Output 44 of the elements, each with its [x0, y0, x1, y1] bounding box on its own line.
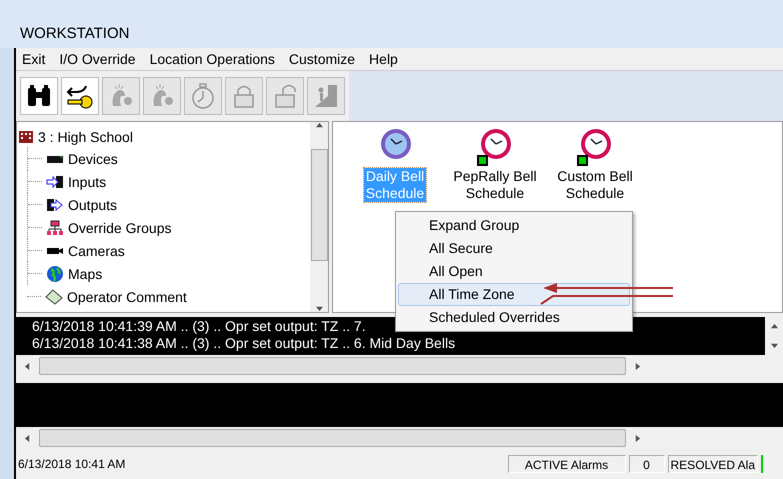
globe-icon: [46, 264, 64, 282]
tree-item[interactable]: Operator Comment: [67, 288, 187, 304]
scroll-up-icon[interactable]: [770, 323, 778, 330]
scroll-right-icon[interactable]: [634, 434, 641, 442]
menu-item[interactable]: Expand Group: [398, 214, 630, 237]
note-icon: [45, 288, 63, 304]
menu-item[interactable]: All Time Zone: [398, 283, 630, 306]
status-label: ACTIVE Alarms: [508, 455, 626, 473]
tree-item[interactable]: Override Groups: [68, 220, 172, 236]
tree-item[interactable]: Devices: [68, 150, 118, 166]
menu-item[interactable]: All Secure: [398, 237, 630, 260]
menu-item[interactable]: I/O Override: [59, 51, 136, 67]
tree-item[interactable]: Outputs: [68, 196, 118, 212]
scroll-down-icon[interactable]: [770, 342, 778, 349]
tree-item[interactable]: Inputs: [68, 174, 106, 190]
schedule-label[interactable]: PepRally Bell Schedule: [451, 168, 539, 202]
menu-item[interactable]: Help: [369, 51, 398, 67]
hierarchy-icon: [46, 220, 64, 236]
status-label: RESOLVED Ala: [668, 455, 758, 473]
toolbar-button[interactable]: [20, 77, 58, 115]
log-entry: 6/13/2018 10:41:39 AM .. (3) .. Opr set output: TZ .. 7.: [32, 318, 366, 335]
tree-item[interactable]: Maps: [68, 266, 102, 282]
arrow-in-icon: [46, 174, 64, 188]
tree-item[interactable]: 3 : High School: [38, 128, 133, 144]
menu-item[interactable]: Scheduled Overrides: [398, 306, 630, 329]
scroll-down-icon[interactable]: [316, 305, 322, 312]
scroll-left-icon[interactable]: [24, 434, 31, 442]
arrow-out-icon: [46, 198, 64, 212]
window-title: WORKSTATION: [20, 25, 130, 42]
scroll-left-icon[interactable]: [24, 362, 31, 370]
status-indicator: [761, 455, 763, 473]
menu-item[interactable]: All Open: [398, 260, 630, 283]
scrollbar[interactable]: [310, 122, 328, 312]
menu-item[interactable]: Location Operations: [150, 51, 275, 67]
status-datetime: 6/13/2018 10:41 AM: [17, 457, 126, 471]
building-icon: [19, 130, 33, 142]
tree-item[interactable]: Cameras: [68, 242, 125, 258]
menu-item[interactable]: Customize: [288, 51, 356, 67]
log-entry: 6/13/2018 10:41:38 AM .. (3) .. Opr set output: TZ .. 6. Mid Day Bells: [32, 335, 456, 352]
status-count: 0: [628, 455, 665, 473]
schedule-label[interactable]: Custom Bell Schedule: [555, 168, 635, 202]
scroll-right-icon[interactable]: [634, 362, 641, 370]
menu-item[interactable]: Exit: [22, 51, 46, 67]
toolbar-button[interactable]: [61, 77, 99, 115]
